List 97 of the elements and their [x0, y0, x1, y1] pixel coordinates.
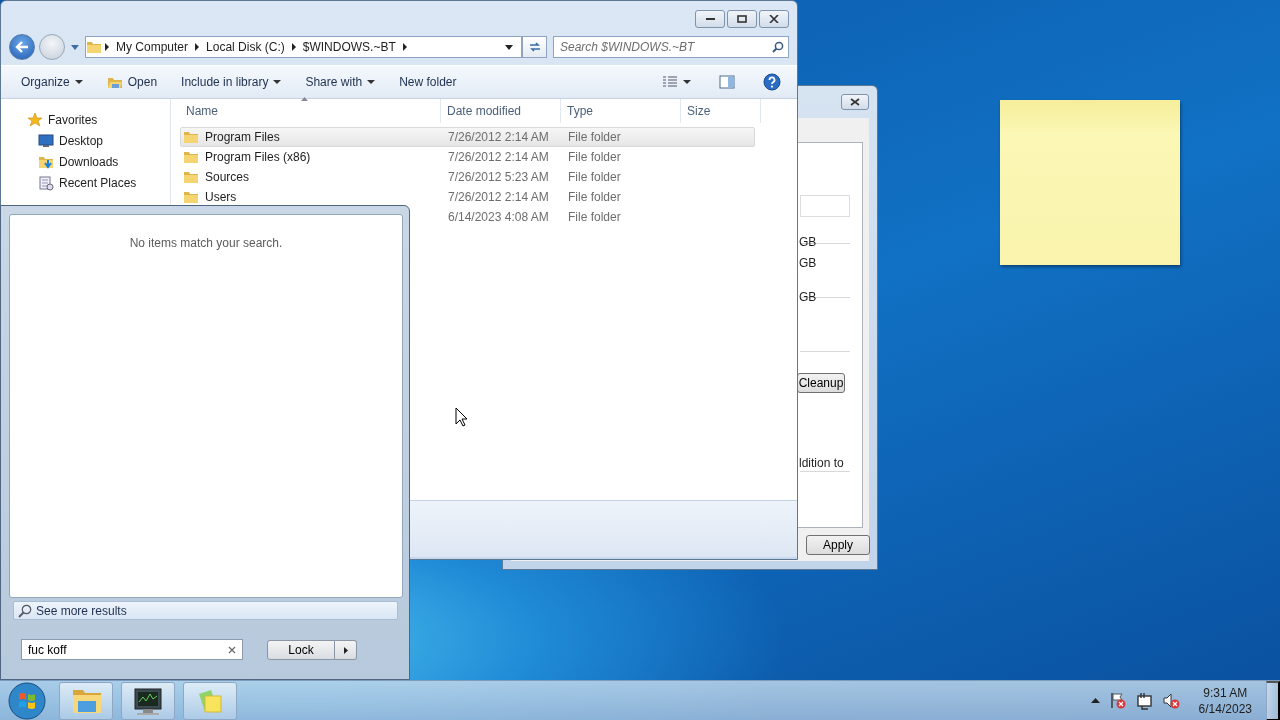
chevron-icon — [291, 43, 296, 51]
search-box[interactable]: Search $WINDOWS.~BT — [553, 36, 789, 58]
minimize-button[interactable] — [695, 10, 725, 28]
chevron-icon — [195, 43, 200, 51]
file-name: Users — [205, 190, 237, 204]
close-icon — [769, 15, 779, 23]
file-row[interactable]: Program Files 7/26/2012 2:14 AM File folder — [180, 127, 755, 147]
search-field[interactable]: Search $WINDOWS.~BT — [560, 40, 772, 54]
date-cell-text: 7/26/2012 5:23 AM — [447, 170, 550, 184]
close-icon — [850, 98, 860, 106]
search-box[interactable]: fuc koff — [21, 639, 243, 660]
toolbar-button[interactable]: Open — [100, 71, 164, 93]
nav-item[interactable]: Recent Places — [1, 172, 143, 193]
start-button[interactable] — [7, 680, 47, 720]
document-icon — [38, 174, 54, 191]
folder-icon — [183, 149, 199, 165]
file-name: Program Files — [205, 130, 280, 144]
type-cell-text: File folder — [567, 130, 622, 144]
type-cell-text: File folder — [567, 190, 622, 204]
size-label: GB — [799, 256, 817, 270]
refresh-button[interactable] — [522, 36, 547, 58]
file-name: Sources — [205, 170, 250, 184]
toolbar-button[interactable]: Organize — [15, 71, 89, 93]
cursor-icon — [455, 407, 468, 427]
date-cell-text: 7/26/2012 2:14 AM — [447, 130, 550, 144]
show-desktop-button[interactable] — [1266, 680, 1280, 720]
star-icon — [27, 111, 43, 128]
taskbar-app-button[interactable] — [121, 681, 175, 720]
close-button[interactable] — [759, 10, 789, 28]
caret-icon — [74, 80, 83, 84]
maximize-button[interactable] — [727, 10, 757, 28]
nav-item[interactable]: Downloads — [1, 151, 125, 172]
file-row[interactable]: Sources 7/26/2012 5:23 AM File folder — [180, 167, 755, 187]
sort-arrow-icon — [301, 97, 308, 101]
size-label: GB — [799, 235, 817, 249]
lock-button[interactable]: Lock — [267, 640, 335, 660]
close-button[interactable] — [841, 94, 869, 110]
date-cell-text: 6/14/2023 4:08 AM — [447, 210, 550, 224]
cleanup-button[interactable]: Cleanup — [797, 373, 845, 393]
power-options-button[interactable] — [335, 640, 357, 660]
toolbar-button[interactable]: New folder — [393, 71, 463, 93]
type-cell-text: File folder — [567, 170, 622, 184]
date-cell-text: 7/26/2012 2:14 AM — [447, 150, 550, 164]
clock[interactable]: 9:31 AM 6/14/2023 — [1188, 684, 1258, 717]
search-icon — [772, 41, 784, 53]
size-label: GB — [799, 290, 817, 304]
breadcrumb-item[interactable]: My Computer — [112, 40, 193, 54]
toolbar-button[interactable]: Share with — [299, 71, 382, 93]
speaker-icon — [1161, 691, 1181, 710]
folder-icon — [183, 169, 199, 185]
empty-message: No items match your search. — [129, 236, 283, 250]
nav-item[interactable]: Desktop — [1, 130, 110, 151]
text-field[interactable] — [800, 195, 850, 217]
search-icon — [18, 603, 32, 618]
address-bar[interactable]: My Computer Local Disk (C:) $WINDOWS.~BT — [85, 36, 522, 58]
breadcrumb-item[interactable]: $WINDOWS.~BT — [298, 40, 400, 54]
tray-icon[interactable] — [1161, 691, 1181, 710]
help-icon — [763, 73, 781, 91]
chevron-icon — [105, 43, 109, 51]
pane-icon — [719, 75, 735, 89]
nav-item[interactable]: Favorites — [1, 109, 104, 130]
apply-button[interactable]: Apply — [806, 535, 870, 555]
caret-icon — [1090, 698, 1100, 703]
folder-icon — [106, 75, 123, 89]
folder-icon — [183, 189, 199, 205]
caret-icon — [367, 80, 376, 84]
arrow-icon — [15, 41, 29, 53]
folder-icon — [86, 39, 102, 55]
monitor-icon — [38, 132, 54, 149]
dropdown-icon[interactable] — [505, 44, 513, 50]
file-row[interactable]: Users 7/26/2012 2:14 AM File folder — [180, 187, 755, 207]
minimize-icon — [705, 18, 715, 20]
clear-button[interactable] — [228, 645, 236, 654]
toolbar-button[interactable]: Include in library — [175, 71, 288, 93]
folder-icon — [183, 129, 199, 145]
caret-icon — [683, 80, 691, 84]
refresh-icon — [527, 41, 542, 53]
type-cell-text: File folder — [567, 150, 622, 164]
chevron-icon — [402, 43, 407, 51]
description-text: ldition to — [799, 456, 844, 470]
back-button[interactable] — [9, 34, 35, 60]
windows-logo-icon — [7, 680, 47, 720]
arrow-icon — [343, 646, 348, 654]
tray-icon[interactable] — [1134, 691, 1154, 710]
breadcrumb-item[interactable]: Local Disk (C:) — [202, 40, 289, 54]
date-cell-text: 7/26/2012 2:14 AM — [447, 190, 550, 204]
maximize-icon — [737, 15, 747, 23]
file-name: Program Files (x86) — [205, 150, 311, 164]
close-icon — [228, 645, 236, 654]
caret-icon — [273, 80, 282, 84]
see-more-results-link[interactable]: See more results — [13, 601, 398, 620]
list-view-icon — [662, 76, 678, 88]
network-icon — [1134, 691, 1154, 710]
show-hidden-icons-button[interactable] — [1090, 698, 1100, 703]
type-cell-text: File folder — [567, 210, 622, 224]
caret-icon — [71, 44, 79, 50]
file-row[interactable]: Program Files (x86) 7/26/2012 2:14 AM File folder — [180, 147, 755, 167]
